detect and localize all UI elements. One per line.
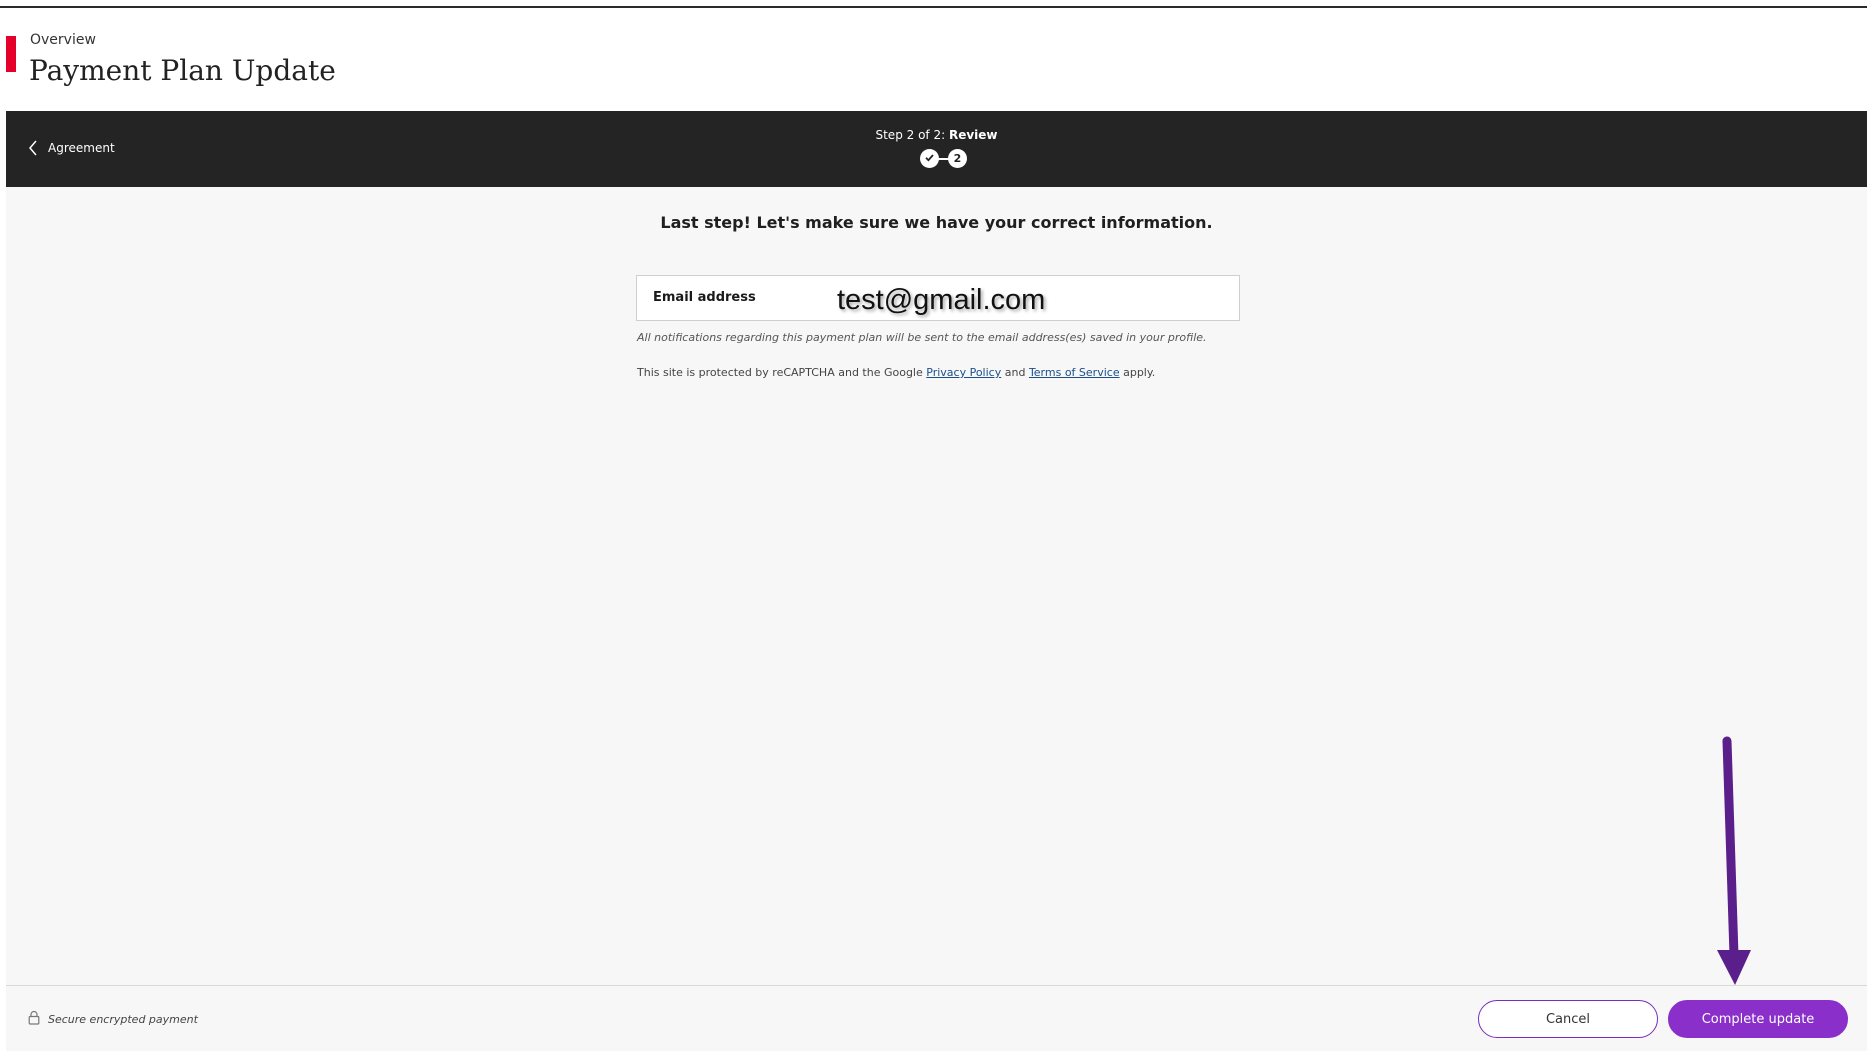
review-content: Last step! Let's make sure we have your … [6, 187, 1867, 985]
secure-payment-note: Secure encrypted payment [28, 1010, 198, 1028]
page-title: Payment Plan Update [29, 54, 336, 87]
email-label: Email address [653, 290, 756, 305]
cancel-button[interactable]: Cancel [1478, 1000, 1658, 1038]
step-progress-label: Step 2 of 2: Review [6, 128, 1867, 142]
step-progress-prefix: Step 2 of 2: [875, 128, 949, 142]
check-icon [924, 152, 935, 166]
step-indicator: 2 [916, 149, 968, 169]
complete-update-button[interactable]: Complete update [1668, 1000, 1848, 1038]
footer-bar: Secure encrypted payment Cancel Complete… [6, 985, 1867, 1051]
current-step-name: Review [948, 128, 998, 142]
notification-note: All notifications regarding this payment… [637, 331, 1207, 344]
step-1-complete [920, 149, 939, 168]
back-link-label: Agreement [48, 141, 115, 155]
recaptcha-suffix: apply. [1119, 366, 1156, 379]
step-2-current: 2 [948, 149, 967, 168]
terms-of-service-link[interactable]: Terms of Service [1029, 366, 1120, 379]
top-rule [0, 6, 1867, 8]
secure-payment-label: Secure encrypted payment [48, 1012, 198, 1026]
back-to-agreement-link[interactable]: Agreement [28, 140, 115, 156]
email-address-field[interactable]: Email address test@gmail.com [636, 275, 1240, 321]
lock-icon [28, 1010, 40, 1028]
brand-accent-bar [6, 36, 16, 72]
email-value: test@gmail.com [835, 284, 1048, 317]
recaptcha-middle: and [1001, 366, 1029, 379]
step-header: Agreement Step 2 of 2: Review 2 [6, 111, 1867, 187]
chevron-left-icon [28, 140, 38, 156]
intro-message: Last step! Let's make sure we have your … [660, 213, 1213, 232]
privacy-policy-link[interactable]: Privacy Policy [926, 366, 1001, 379]
recaptcha-notice: This site is protected by reCAPTCHA and … [637, 366, 1155, 379]
breadcrumb-overview[interactable]: Overview [30, 32, 96, 48]
recaptcha-prefix: This site is protected by reCAPTCHA and … [637, 366, 927, 379]
